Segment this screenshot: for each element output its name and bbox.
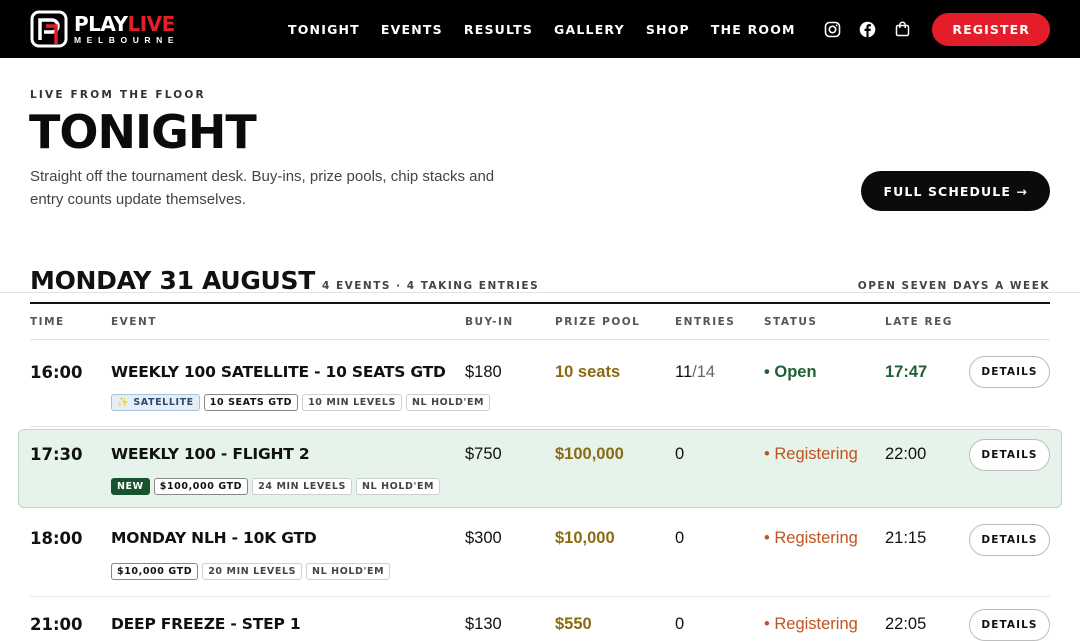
table-row[interactable]: 21:00 DEEP FREEZE - STEP 1 $130 $550 0 •… bbox=[18, 599, 1062, 641]
event-prize: $100,000 bbox=[555, 445, 624, 463]
hero-eyebrow: LIVE FROM THE FLOOR bbox=[30, 89, 206, 101]
table-row[interactable]: 16:00 WEEKLY 100 SATELLITE - 10 SEATS GT… bbox=[18, 342, 1062, 422]
brand-name-red: LIVE bbox=[127, 11, 175, 36]
event-time: 18:00 bbox=[30, 529, 83, 548]
details-button[interactable]: DETAILS bbox=[969, 524, 1050, 556]
event-buyin: $130 bbox=[465, 615, 502, 633]
event-entries: 0 bbox=[675, 615, 684, 634]
nav-results[interactable]: RESULTS bbox=[464, 22, 533, 37]
brand-logo-icon bbox=[30, 10, 68, 48]
details-button[interactable]: DETAILS bbox=[969, 439, 1050, 471]
tag-levels: 20 MIN LEVELS bbox=[202, 563, 303, 580]
day-meta: 4 EVENTS · 4 TAKING ENTRIES bbox=[322, 280, 540, 292]
top-nav: PLAYLIVE MELBOURNE TONIGHT EVENTS RESULT… bbox=[0, 0, 1080, 58]
event-prize: $10,000 bbox=[555, 529, 615, 547]
event-late-reg: 22:00 bbox=[885, 445, 927, 463]
col-late-reg: LATE REG bbox=[885, 316, 953, 328]
hero-desc-line1: Straight off the tournament desk. Buy-in… bbox=[30, 168, 495, 185]
register-button[interactable]: REGISTER bbox=[932, 12, 1050, 46]
status-badge: • Registering bbox=[764, 529, 858, 547]
tag-game: NL HOLD'EM bbox=[306, 563, 391, 580]
page-title: TONIGHT bbox=[29, 105, 257, 159]
event-late-reg: 22:05 bbox=[885, 615, 927, 633]
day-title: MONDAY 31 AUGUST bbox=[30, 266, 316, 295]
tag-levels: 24 MIN LEVELS bbox=[252, 478, 352, 495]
brand-name-white: PLAY bbox=[74, 11, 128, 36]
hero-desc-line2: entry counts update themselves. bbox=[30, 191, 246, 208]
col-prize: PRIZE POOL bbox=[555, 316, 641, 328]
event-name: DEEP FREEZE - STEP 1 bbox=[111, 615, 301, 633]
event-name: WEEKLY 100 SATELLITE - 10 SEATS GTD bbox=[111, 363, 446, 381]
event-name: MONDAY NLH - 10K GTD bbox=[111, 529, 317, 547]
brand-sub: MELBOURNE bbox=[74, 34, 180, 45]
status-badge: • Registering bbox=[764, 615, 858, 633]
nav-gallery[interactable]: GALLERY bbox=[554, 22, 625, 37]
event-name: WEEKLY 100 - FLIGHT 2 bbox=[111, 445, 310, 463]
event-buyin: $300 bbox=[465, 529, 502, 547]
tag-guarantee: $10,000 GTD bbox=[111, 563, 199, 580]
event-buyin: $750 bbox=[465, 445, 502, 463]
facebook-icon[interactable] bbox=[858, 20, 876, 38]
event-tags: NEW $100,000 GTD 24 MIN LEVELS NL HOLD'E… bbox=[111, 478, 444, 495]
instagram-icon[interactable] bbox=[823, 20, 841, 38]
table-row[interactable]: 17:30 WEEKLY 100 - FLIGHT 2 $750 $100,00… bbox=[18, 429, 1062, 508]
details-button[interactable]: DETAILS bbox=[969, 356, 1050, 388]
nav-events[interactable]: EVENTS bbox=[381, 22, 443, 37]
col-event: EVENT bbox=[111, 316, 157, 328]
event-entries: 0 bbox=[675, 529, 684, 548]
nav-the-room[interactable]: THE ROOM bbox=[711, 22, 796, 37]
row-divider bbox=[30, 596, 1050, 597]
day-header: MONDAY 31 AUGUST 4 EVENTS · 4 TAKING ENT… bbox=[30, 262, 1050, 304]
details-button[interactable]: DETAILS bbox=[969, 609, 1050, 641]
status-badge: • Open bbox=[764, 363, 817, 381]
event-late-reg: 21:15 bbox=[885, 529, 927, 547]
tag-guarantee: 10 SEATS GTD bbox=[203, 394, 299, 411]
status-badge: • Registering bbox=[764, 445, 858, 463]
event-time: 17:30 bbox=[30, 445, 83, 464]
full-schedule-button[interactable]: FULL SCHEDULE → bbox=[861, 171, 1050, 211]
opening-hours: OPEN SEVEN DAYS A WEEK bbox=[857, 280, 1050, 292]
event-time: 16:00 bbox=[30, 363, 83, 382]
tag-game: NL HOLD'EM bbox=[355, 478, 441, 495]
col-time: TIME bbox=[30, 316, 65, 328]
event-tags: $10,000 GTD 20 MIN LEVELS NL HOLD'EM bbox=[111, 563, 394, 580]
tag-levels: 10 MIN LEVELS bbox=[302, 394, 402, 411]
nav-actions: REGISTER bbox=[823, 0, 1050, 58]
entries-count: 11 bbox=[675, 363, 693, 381]
row-divider bbox=[30, 426, 1050, 427]
hero-section: LIVE FROM THE FLOOR TONIGHT Straight off… bbox=[0, 58, 1080, 293]
event-prize: 10 seats bbox=[555, 363, 621, 381]
col-buyin: BUY-IN bbox=[465, 316, 514, 328]
event-entries: 0 bbox=[675, 445, 684, 464]
tag-guarantee: $100,000 GTD bbox=[153, 478, 249, 495]
nav-tonight[interactable]: TONIGHT bbox=[288, 22, 360, 37]
event-buyin: $180 bbox=[465, 363, 502, 381]
event-time: 21:00 bbox=[30, 615, 83, 634]
entries-count: 0 bbox=[675, 445, 685, 463]
tag-game: NL HOLD'EM bbox=[405, 394, 491, 411]
event-entries: 11/14 bbox=[675, 363, 715, 382]
tag-satellite: ✨ SATELLITE bbox=[111, 394, 200, 411]
brand-logo[interactable]: PLAYLIVE MELBOURNE bbox=[30, 0, 179, 58]
event-tags: ✨ SATELLITE 10 SEATS GTD 10 MIN LEVELS N… bbox=[111, 394, 494, 411]
tag-new: NEW bbox=[111, 478, 150, 495]
cart-icon[interactable] bbox=[893, 20, 911, 38]
entries-count: 0 bbox=[675, 529, 685, 547]
col-entries: ENTRIES bbox=[675, 316, 736, 328]
event-late-reg: 17:47 bbox=[885, 363, 928, 381]
col-status: STATUS bbox=[764, 316, 818, 328]
hero-description: Straight off the tournament desk. Buy-in… bbox=[30, 165, 560, 211]
table-row[interactable]: 18:00 MONDAY NLH - 10K GTD $300 $10,000 … bbox=[18, 514, 1062, 594]
entries-count: 0 bbox=[675, 615, 685, 633]
event-prize: $550 bbox=[555, 615, 592, 633]
entries-max: /14 bbox=[692, 363, 716, 381]
header-divider bbox=[30, 339, 1050, 340]
main-menu: TONIGHT EVENTS RESULTS GALLERY SHOP THE … bbox=[288, 0, 817, 58]
nav-shop[interactable]: SHOP bbox=[646, 22, 690, 37]
